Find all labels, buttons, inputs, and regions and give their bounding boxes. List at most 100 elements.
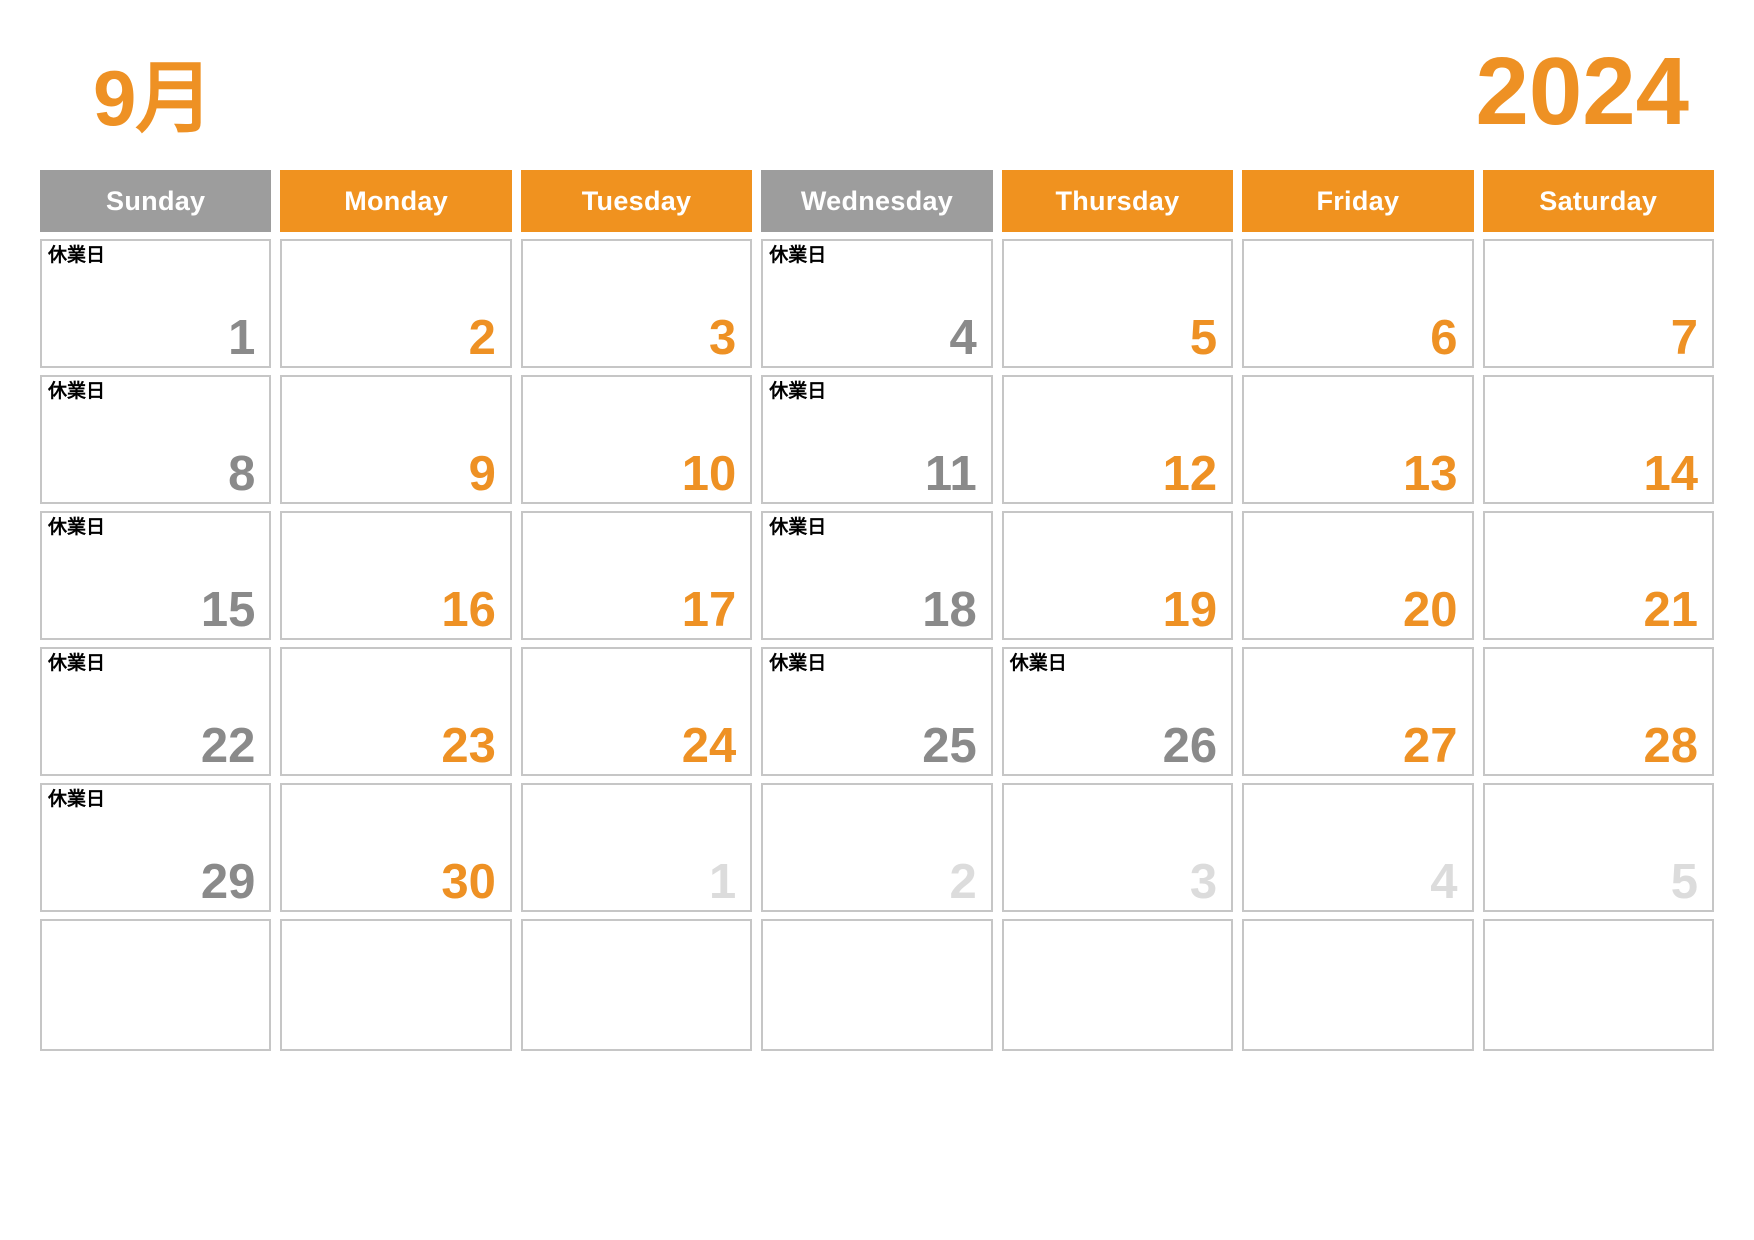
day-number: 28 bbox=[1643, 718, 1698, 773]
day-cell[interactable]: 28 bbox=[1482, 647, 1714, 776]
weekday-header-saturday: Saturday bbox=[1482, 170, 1714, 232]
day-cell[interactable]: 10 bbox=[520, 375, 753, 504]
day-cell[interactable]: 27 bbox=[1242, 647, 1474, 776]
day-cell[interactable]: 休業日 26 bbox=[1001, 647, 1234, 776]
day-number: 21 bbox=[1643, 582, 1698, 637]
day-number: 29 bbox=[200, 854, 256, 909]
day-number: 25 bbox=[922, 718, 977, 773]
day-cell[interactable]: 休業日 15 bbox=[40, 511, 272, 640]
day-number: 23 bbox=[441, 718, 496, 773]
day-cell[interactable]: 9 bbox=[280, 375, 512, 504]
day-number: 2 bbox=[468, 310, 496, 365]
closed-day-note: 休業日 bbox=[48, 244, 106, 266]
weekday-header-label: Sunday bbox=[106, 185, 206, 216]
calendar-page: 9月 2024 Sunday Monday Tuesday Wednesday Thur… bbox=[0, 0, 1754, 1240]
weekday-header-tuesday: Tuesday bbox=[520, 170, 753, 232]
day-cell[interactable]: 30 bbox=[280, 783, 512, 912]
day-cell[interactable]: 休業日 11 bbox=[761, 375, 993, 504]
day-cell[interactable]: 休業日 25 bbox=[761, 647, 993, 776]
weekday-header-thursday: Thursday bbox=[1001, 170, 1234, 232]
day-cell[interactable] bbox=[1001, 919, 1234, 1051]
day-cell[interactable]: 休業日 1 bbox=[40, 239, 272, 368]
day-cell[interactable]: 23 bbox=[280, 647, 512, 776]
day-cell[interactable]: 3 bbox=[1001, 783, 1234, 912]
day-number: 2 bbox=[949, 854, 977, 909]
day-cell[interactable] bbox=[1482, 919, 1714, 1051]
closed-day-note: 休業日 bbox=[769, 380, 827, 402]
day-number: 13 bbox=[1403, 446, 1458, 501]
day-cell[interactable]: 14 bbox=[1482, 375, 1714, 504]
day-number: 6 bbox=[1430, 310, 1458, 365]
day-cell[interactable] bbox=[40, 919, 272, 1051]
closed-day-note: 休業日 bbox=[769, 244, 827, 266]
day-cell[interactable]: 5 bbox=[1482, 783, 1714, 912]
day-cell[interactable] bbox=[761, 919, 993, 1051]
day-cell[interactable] bbox=[520, 919, 753, 1051]
day-cell[interactable]: 休業日 4 bbox=[761, 239, 993, 368]
closed-day-note: 休業日 bbox=[48, 516, 106, 538]
day-cell[interactable]: 20 bbox=[1242, 511, 1474, 640]
day-cell[interactable]: 16 bbox=[280, 511, 512, 640]
day-cell[interactable]: 3 bbox=[520, 239, 753, 368]
weekday-header-label: Monday bbox=[344, 185, 449, 216]
day-number: 15 bbox=[200, 582, 256, 637]
day-cell[interactable]: 4 bbox=[1242, 783, 1474, 912]
day-cell[interactable]: 休業日 29 bbox=[40, 783, 272, 912]
day-cell[interactable]: 6 bbox=[1242, 239, 1474, 368]
day-number: 17 bbox=[681, 582, 737, 637]
weekday-header-wednesday: Wednesday bbox=[761, 170, 993, 232]
day-cell[interactable]: 13 bbox=[1242, 375, 1474, 504]
day-cell[interactable]: 休業日 8 bbox=[40, 375, 272, 504]
weekday-header-label: Thursday bbox=[1055, 185, 1180, 216]
calendar-title-bar: 9月 2024 bbox=[40, 0, 1714, 170]
closed-day-note: 休業日 bbox=[48, 788, 106, 810]
day-cell[interactable] bbox=[1242, 919, 1474, 1051]
closed-day-note: 休業日 bbox=[1009, 652, 1067, 674]
day-cell[interactable]: 1 bbox=[520, 783, 753, 912]
day-number: 8 bbox=[228, 446, 256, 501]
day-number: 10 bbox=[681, 446, 737, 501]
day-number: 12 bbox=[1162, 446, 1218, 501]
day-number: 27 bbox=[1403, 718, 1458, 773]
day-number: 3 bbox=[709, 310, 737, 365]
day-number: 5 bbox=[1670, 854, 1698, 909]
day-number: 18 bbox=[922, 582, 977, 637]
day-cell[interactable]: 24 bbox=[520, 647, 753, 776]
weekday-header-label: Tuesday bbox=[581, 185, 692, 216]
weekday-header-friday: Friday bbox=[1242, 170, 1474, 232]
day-number: 16 bbox=[441, 582, 496, 637]
day-number: 30 bbox=[441, 854, 496, 909]
month-title: 9月 bbox=[93, 54, 213, 142]
day-number: 19 bbox=[1162, 582, 1218, 637]
day-cell[interactable]: 休業日 22 bbox=[40, 647, 272, 776]
day-number: 4 bbox=[1430, 854, 1458, 909]
closed-day-note: 休業日 bbox=[48, 380, 106, 402]
calendar-grid: Sunday Monday Tuesday Wednesday Thursday Frid… bbox=[40, 170, 1714, 1051]
closed-day-note: 休業日 bbox=[48, 652, 106, 674]
day-cell[interactable]: 17 bbox=[520, 511, 753, 640]
day-number: 4 bbox=[949, 310, 977, 365]
day-cell[interactable]: 19 bbox=[1001, 511, 1234, 640]
day-number: 14 bbox=[1643, 446, 1698, 501]
day-cell[interactable]: 2 bbox=[280, 239, 512, 368]
day-cell[interactable]: 5 bbox=[1001, 239, 1234, 368]
weekday-header-monday: Monday bbox=[280, 170, 512, 232]
day-number: 24 bbox=[681, 718, 737, 773]
day-number: 3 bbox=[1189, 854, 1218, 909]
day-cell[interactable]: 2 bbox=[761, 783, 993, 912]
weekday-header-label: Friday bbox=[1316, 185, 1400, 216]
day-number: 7 bbox=[1670, 310, 1698, 365]
day-cell[interactable]: 休業日 18 bbox=[761, 511, 993, 640]
day-number: 20 bbox=[1403, 582, 1458, 637]
day-cell[interactable]: 12 bbox=[1001, 375, 1234, 504]
day-number: 1 bbox=[228, 310, 256, 365]
closed-day-note: 休業日 bbox=[769, 516, 827, 538]
day-number: 5 bbox=[1189, 310, 1218, 365]
day-cell[interactable]: 7 bbox=[1482, 239, 1714, 368]
closed-day-note: 休業日 bbox=[769, 652, 827, 674]
day-number: 11 bbox=[924, 446, 977, 501]
weekday-header-label: Saturday bbox=[1539, 185, 1658, 216]
day-number: 9 bbox=[468, 446, 496, 501]
day-cell[interactable]: 21 bbox=[1482, 511, 1714, 640]
day-cell[interactable] bbox=[280, 919, 512, 1051]
